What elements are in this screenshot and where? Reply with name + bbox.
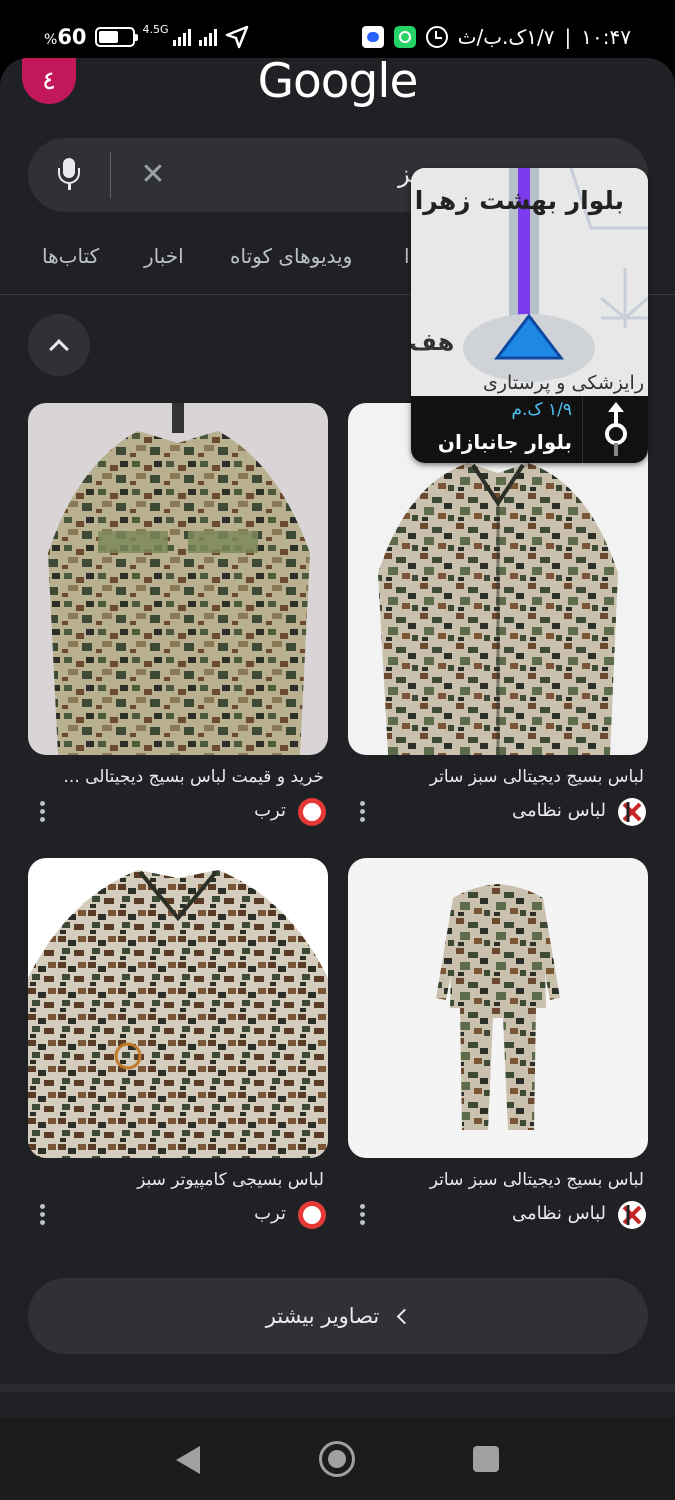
tab-books[interactable]: کتاب‌ها xyxy=(42,244,99,268)
network-type: 4.5G xyxy=(142,23,169,36)
torob-icon xyxy=(298,1201,326,1229)
result-source[interactable]: لباس نظامی xyxy=(348,1200,648,1230)
labas-nezami-icon xyxy=(618,1201,646,1229)
result-caption[interactable]: لباس بسیجی کامپیوتر سبز xyxy=(28,1170,328,1190)
image-result-card[interactable]: لباس بسیج دیجیتالی سبز ساتر لباس نظامی xyxy=(348,858,648,1230)
whatsapp-icon xyxy=(393,26,416,48)
clear-icon[interactable]: ✕ xyxy=(136,158,170,192)
status-right: ۱/۷ک.ب/ث | ۱۰:۴۷ xyxy=(361,22,631,52)
nav-street: بلوار جانبازان xyxy=(437,430,572,454)
camo-jacket-closeup-image xyxy=(28,858,328,1158)
back-icon[interactable] xyxy=(176,1446,200,1474)
more-options-icon[interactable] xyxy=(40,1204,46,1226)
google-logo: Google xyxy=(257,58,419,109)
result-caption[interactable]: لباس بسیج دیجیتالی سبز ساتر xyxy=(348,1170,648,1190)
nav-destination: بلوار بهشت زهرا xyxy=(414,186,624,215)
battery-percent: %60 xyxy=(44,25,87,49)
recent-apps-icon[interactable] xyxy=(473,1446,499,1472)
navigation-arrow-icon xyxy=(225,25,248,49)
labas-nezami-icon xyxy=(618,798,646,826)
battery-icon xyxy=(94,27,138,47)
chevron-left-icon xyxy=(396,1308,413,1324)
nav-map-label: هف xyxy=(411,328,455,356)
result-source[interactable]: ترب xyxy=(28,1200,328,1230)
navigation-overlay[interactable]: بلوار بهشت زهرا هف رایزشکی و پرستاری ۱/۹… xyxy=(411,168,648,463)
result-caption[interactable]: لباس بسیج دیجیتالی سبز ساتر xyxy=(348,767,648,787)
network-speed: ۱/۷ک.ب/ث xyxy=(457,25,555,49)
result-thumbnail[interactable] xyxy=(28,858,328,1158)
source-name: لباس نظامی xyxy=(512,1203,606,1224)
more-options-icon[interactable] xyxy=(360,1204,366,1226)
image-result-card[interactable]: لباس بسیج دیجیتالی سبز ساتر لباس نظامی xyxy=(348,403,648,827)
tab-news[interactable]: اخبار xyxy=(144,244,184,268)
camo-shirt-image xyxy=(28,403,328,755)
camo-uniform-image xyxy=(348,858,648,1158)
signal-icon xyxy=(172,28,191,46)
result-source[interactable]: ترب xyxy=(28,797,328,827)
status-left: %60 4.5G xyxy=(44,22,249,52)
system-navigation-bar xyxy=(0,1418,675,1500)
result-thumbnail[interactable] xyxy=(348,858,648,1158)
mic-icon[interactable] xyxy=(56,158,82,194)
alarm-icon xyxy=(425,26,448,48)
more-options-icon[interactable] xyxy=(40,801,46,823)
section-divider xyxy=(0,1384,675,1392)
chat-notification-icon xyxy=(361,26,384,48)
result-source[interactable]: لباس نظامی xyxy=(348,797,648,827)
source-name: لباس نظامی xyxy=(512,800,606,821)
result-thumbnail[interactable] xyxy=(28,403,328,755)
collapse-button[interactable] xyxy=(28,314,90,376)
source-name: ترب xyxy=(254,1203,286,1224)
tab-all[interactable]: ا xyxy=(404,244,410,268)
home-icon[interactable] xyxy=(319,1441,355,1477)
torob-icon xyxy=(298,798,326,826)
more-images-button[interactable]: تصاویر بیشتر xyxy=(28,1278,648,1354)
source-name: ترب xyxy=(254,800,286,821)
chevron-up-icon xyxy=(49,338,69,359)
nav-map-place: رایزشکی و پرستاری xyxy=(483,372,644,394)
image-result-card[interactable]: خرید و قیمت لباس بسیج دیجیتالی ... ترب xyxy=(28,403,328,827)
roundabout-turn-icon xyxy=(582,396,648,463)
tab-short-videos[interactable]: ویدیوهای کوتاه xyxy=(230,244,352,268)
clock: ۱۰:۴۷ xyxy=(581,25,631,49)
status-separator: | xyxy=(564,25,572,49)
result-caption[interactable]: خرید و قیمت لباس بسیج دیجیتالی ... xyxy=(28,767,328,787)
signal-icon xyxy=(198,28,217,46)
more-images-label: تصاویر بیشتر xyxy=(265,1304,380,1328)
more-options-icon[interactable] xyxy=(360,801,366,823)
search-divider xyxy=(110,152,111,198)
image-result-card[interactable]: لباس بسیجی کامپیوتر سبز ترب xyxy=(28,858,328,1230)
nav-instruction-panel: ۱/۹ ک.م بلوار جانبازان xyxy=(411,396,648,463)
nav-distance: ۱/۹ ک.م xyxy=(511,400,572,420)
